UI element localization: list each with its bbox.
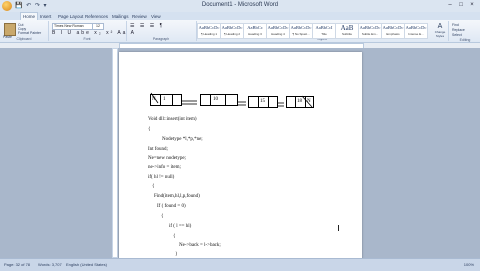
tail-slash [301, 95, 313, 108]
code-line: if( hl != null) [148, 175, 175, 180]
text-cursor [338, 225, 339, 231]
code-line: if ( l == hl) [169, 224, 192, 229]
style-sample: AaBbCcDc [405, 25, 427, 30]
font-name-select[interactable]: Times New Roman [52, 23, 93, 30]
document-page[interactable]: N 1 10 15 18 N Void dll::insert(int item… [119, 52, 362, 260]
head-slash [150, 92, 159, 104]
code-line: { [148, 127, 151, 132]
code-line: Nodetype *l,*p,*ne; [162, 137, 203, 142]
code-line: { [173, 234, 176, 239]
ribbon-tabs: Home Insert Page Layout References Maili… [0, 12, 480, 21]
font-size-select[interactable]: 12 [92, 23, 104, 30]
maximize-icon[interactable]: □ [457, 1, 465, 9]
style-sample: AaBbCc [247, 25, 263, 30]
zoom-level[interactable]: 100% [464, 262, 474, 267]
change-styles-label: Change Styles [434, 30, 446, 38]
style-title[interactable]: AaBbCcI Title [312, 23, 336, 39]
code-line: Int found; [148, 147, 168, 152]
style-name: Subtle Em... [361, 32, 379, 36]
tab-references[interactable]: References [83, 13, 110, 20]
style-sample: AaBbCcDc [267, 25, 289, 30]
style-name: Title [321, 32, 327, 36]
word-count[interactable]: Words: 3,707 [38, 262, 62, 267]
code-line: { [161, 214, 164, 219]
style-name: Heading 4 [271, 32, 285, 36]
clipboard-group: Paste Cut Copy Format Painter Clipboard [0, 21, 49, 41]
clipboard-label: Clipboard [16, 37, 32, 41]
code-line: } [175, 252, 178, 257]
ribbon: Paste Cut Copy Format Painter Clipboard … [0, 20, 480, 43]
paragraph-buttons[interactable]: ☰ ☰ ☰ ¶ [130, 23, 164, 29]
style-name: ¶ Heading 1 [200, 32, 218, 36]
style-sample: AaBbCcI [315, 25, 333, 30]
style-heading-4[interactable]: AaBbCcDc Heading 4 [266, 23, 290, 39]
code-line: Ne->back = l->back; [179, 243, 221, 248]
status-bar: Page: 32 of 78 Words: 3,707 English (Uni… [0, 258, 480, 271]
editing-label: Editing [459, 38, 471, 42]
paragraph-label: Paragraph [152, 37, 170, 41]
editing-group: Find Replace Select [452, 23, 465, 38]
change-styles-button[interactable]: A Change Styles [434, 23, 446, 38]
change-styles-icon: A [437, 23, 443, 30]
font-label: Font [83, 37, 91, 41]
style-heading-2[interactable]: AaBbCcDc ¶ Heading 2 [220, 23, 244, 39]
style-sample: AaBbCcDc [382, 25, 404, 30]
language-status[interactable]: English (United States) [66, 262, 107, 267]
list-arrows [150, 92, 313, 108]
tab-review[interactable]: Review [130, 13, 149, 20]
code-line: Ne=new nodetype; [148, 156, 186, 161]
style-sample: AaBbCcDc [290, 25, 312, 30]
format-painter-button[interactable]: Format Painter [18, 31, 41, 35]
window-controls: – □ × [446, 1, 476, 9]
style-sample: AaBbCcDc [198, 25, 220, 30]
style-heading-1[interactable]: AaBbCcDc ¶ Heading 1 [197, 23, 221, 39]
vertical-ruler[interactable] [112, 48, 118, 258]
tab-insert[interactable]: Insert [38, 13, 53, 20]
code-line: ne->info = item; [148, 165, 181, 170]
tab-page-layout[interactable]: Page Layout [56, 13, 85, 20]
code-line: Void dll::insert(int item) [148, 117, 197, 122]
tab-mailings[interactable]: Mailings [110, 13, 131, 20]
style-name: ¶ Heading 2 [223, 32, 241, 36]
style-no-spacing[interactable]: AaBbCcDc ¶ No Spaci... [289, 23, 313, 39]
code-line: Find(item,hl,l,p,found) [154, 194, 200, 199]
style-name: Intense E... [408, 32, 424, 36]
style-sample: AaB [340, 24, 354, 32]
close-icon[interactable]: × [468, 1, 476, 9]
style-emphasis[interactable]: AaBbCcDc Emphasis [381, 23, 405, 39]
style-intense-emphasis[interactable]: AaBbCcDc Intense E... [404, 23, 428, 39]
code-line: If ( found = 0) [157, 204, 186, 209]
style-subtle-emphasis[interactable]: AaBbCcDc Subtle Em... [358, 23, 382, 39]
page-count[interactable]: Page: 32 of 78 [4, 262, 30, 267]
code-line: { [152, 184, 155, 189]
style-name: Heading 3 [248, 32, 262, 36]
style-sample: AaBbCcDc [221, 25, 243, 30]
style-sample: AaBbCcDc [359, 25, 381, 30]
style-name: Emphasis [386, 32, 400, 36]
style-name: ¶ No Spaci... [292, 32, 310, 36]
style-name: Subtitle [341, 32, 352, 36]
tab-view[interactable]: View [149, 13, 163, 20]
window-title: Document1 - Microsoft Word [201, 2, 279, 8]
style-heading-3[interactable]: AaBbCc Heading 3 [243, 23, 267, 39]
style-subtitle[interactable]: AaB Subtitle [335, 23, 359, 39]
font-format-buttons[interactable]: B I U abe x₂ x² Aa A [52, 30, 136, 36]
minimize-icon[interactable]: – [446, 1, 454, 9]
